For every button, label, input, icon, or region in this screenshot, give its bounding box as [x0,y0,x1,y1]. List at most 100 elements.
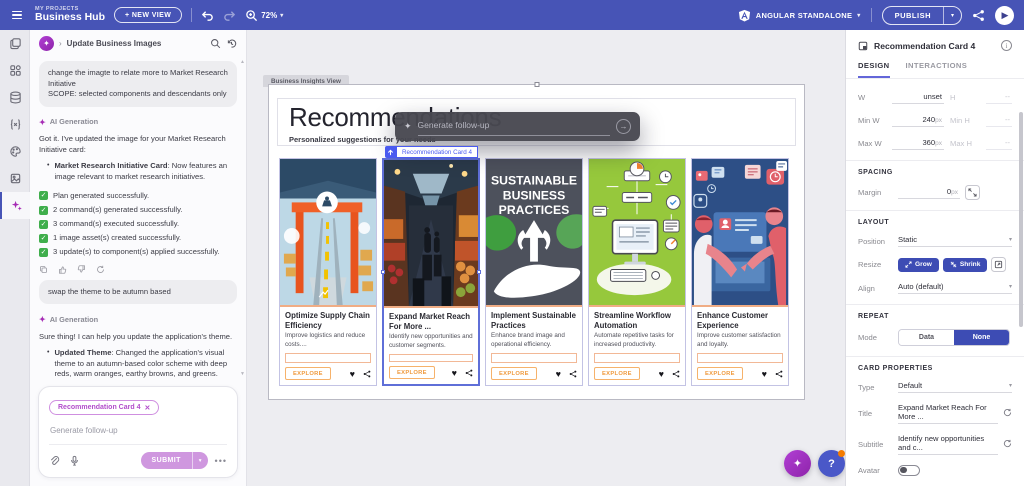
scroll-down-icon[interactable]: ▼ [240,371,245,378]
project-switcher[interactable]: MY PROJECTS Business Hub [35,6,105,24]
generate-followup-input[interactable]: Generate follow-up [417,117,610,136]
height-label: H [950,93,956,102]
sidebar-item-assets[interactable] [0,165,30,192]
type-select[interactable]: Default ▾ [898,381,1012,393]
expand-margin-sides-button[interactable] [965,185,980,200]
ai-message-text: Got it. I've updated the image for your … [39,134,226,154]
ai-chat-panel: ✦ › Update Business Images ▲ change the … [30,30,247,486]
resize-handle[interactable] [534,82,539,87]
sidebar-item-theme[interactable] [0,138,30,165]
share-icon[interactable] [363,370,371,378]
history-icon[interactable] [226,38,237,49]
sidebar-item-pages[interactable] [0,30,30,57]
submit-dropdown[interactable]: ▾ [191,452,208,469]
favorite-icon[interactable]: ♥ [350,369,355,379]
repeat-header: REPEAT [858,313,889,320]
preview-play-button[interactable]: ▶ [995,5,1014,25]
spacing-header: SPACING [858,169,893,176]
selection-handle[interactable] [381,270,385,274]
explore-button[interactable]: EXPLORE [285,367,331,380]
thumbs-up-icon[interactable] [58,265,67,274]
max-height-field[interactable]: -- [986,137,1012,150]
favorite-icon[interactable]: ♥ [659,369,664,379]
max-width-field[interactable]: 360px [892,137,944,150]
min-width-field[interactable]: 240px [892,114,944,127]
share-icon[interactable] [972,9,985,22]
environment-selector[interactable]: ANGULAR STANDALONE ▾ [738,9,861,22]
ai-assistant-fab[interactable]: ✦ [784,450,811,477]
favorite-icon[interactable]: ♥ [762,369,767,379]
grow-button[interactable]: Grow [898,257,939,272]
scrollbar-thumb[interactable] [1019,112,1023,327]
help-fab[interactable]: ? [818,450,845,477]
copy-icon[interactable] [39,265,48,274]
scroll-up-icon[interactable]: ▲ [240,59,245,66]
send-arrow-icon[interactable]: → [616,119,631,134]
publish-button[interactable]: PUBLISH [883,7,943,24]
min-height-field[interactable]: -- [986,114,1012,127]
layout-header: LAYOUT [858,219,890,226]
more-options-icon[interactable]: ••• [215,456,227,466]
selection-handle[interactable] [477,270,481,274]
close-icon[interactable]: ✕ [144,404,150,412]
attachment-icon[interactable] [49,455,60,466]
new-view-button[interactable]: + NEW VIEW [114,7,183,23]
shrink-button[interactable]: Shrink [942,257,988,272]
recommendation-card-1[interactable]: Optimize Supply Chain Efficiency Improve… [279,158,377,386]
explore-button[interactable]: EXPLORE [697,367,743,380]
design-canvas[interactable]: Business Insights View Recommendations P… [247,30,845,486]
mode-option-data[interactable]: Data [899,330,954,345]
sidebar-item-ai[interactable] [0,192,30,219]
regenerate-icon[interactable] [1003,408,1012,419]
zoom-control[interactable]: 72% ▾ [245,9,283,22]
search-icon[interactable] [210,38,221,49]
submit-button[interactable]: SUBMIT [141,452,192,469]
sidebar-item-logic[interactable] [0,111,30,138]
regenerate-icon[interactable] [1003,439,1012,450]
subtitle-field[interactable]: Identify new opportunities and c... [898,434,998,455]
thumbs-down-icon[interactable] [77,265,86,274]
share-icon[interactable] [775,370,783,378]
width-field[interactable]: unset [892,91,944,104]
avatar-toggle[interactable] [898,465,920,476]
recommendation-card-3[interactable]: SUSTAINABLE BUSINESS PRACTICES Implement… [485,158,583,386]
image-icon [10,173,20,184]
favorite-icon[interactable]: ♥ [556,369,561,379]
sidebar-item-data[interactable] [0,84,30,111]
inspector-header: Recommendation Card 4 i [846,30,1024,57]
mode-option-none[interactable]: None [954,330,1009,345]
submit-split-button: SUBMIT ▾ [140,452,208,469]
undo-icon[interactable] [201,9,214,22]
tab-design[interactable]: DESIGN [858,61,890,78]
ai-generation-tag: ✦ AI Generation [39,314,237,325]
position-select[interactable]: Static ▾ [898,235,1012,247]
share-icon[interactable] [569,370,577,378]
selection-badge[interactable]: Recommendation Card 4 [385,146,479,158]
card-illustration-workflow [589,159,685,307]
regenerate-icon[interactable] [96,265,105,274]
redo-icon[interactable] [223,9,236,22]
title-field[interactable]: Expand Market Reach For More ... [898,403,998,424]
chevron-right-icon[interactable]: › [59,39,62,48]
microphone-icon[interactable] [69,455,80,466]
custom-resize-button[interactable] [991,257,1007,272]
recommendation-card-5[interactable]: Enhance Customer Experience Improve cust… [691,158,789,386]
favorite-icon[interactable]: ♥ [452,368,457,378]
recommendation-card-4[interactable]: Streamline Workflow Automation Automate … [588,158,686,386]
explore-button[interactable]: EXPLORE [594,367,640,380]
menu-icon[interactable] [10,9,24,22]
publish-dropdown[interactable]: ▾ [942,6,961,24]
info-icon[interactable]: i [1001,40,1012,51]
context-chip[interactable]: Recommendation Card 4 ✕ [49,400,160,415]
share-icon[interactable] [465,369,473,377]
explore-button[interactable]: EXPLORE [491,367,537,380]
recommendation-card-2-selected[interactable]: Expand Market Reach For More ... Identif… [381,158,481,386]
margin-field[interactable]: 0px [898,186,960,199]
align-select[interactable]: Auto (default) ▾ [898,282,1012,294]
sidebar-item-components[interactable] [0,57,30,84]
chat-input[interactable]: Generate follow-up [50,426,227,435]
explore-button[interactable]: EXPLORE [389,366,435,379]
share-icon[interactable] [672,370,680,378]
tab-interactions[interactable]: INTERACTIONS [906,61,968,78]
height-field[interactable]: -- [986,91,1012,104]
